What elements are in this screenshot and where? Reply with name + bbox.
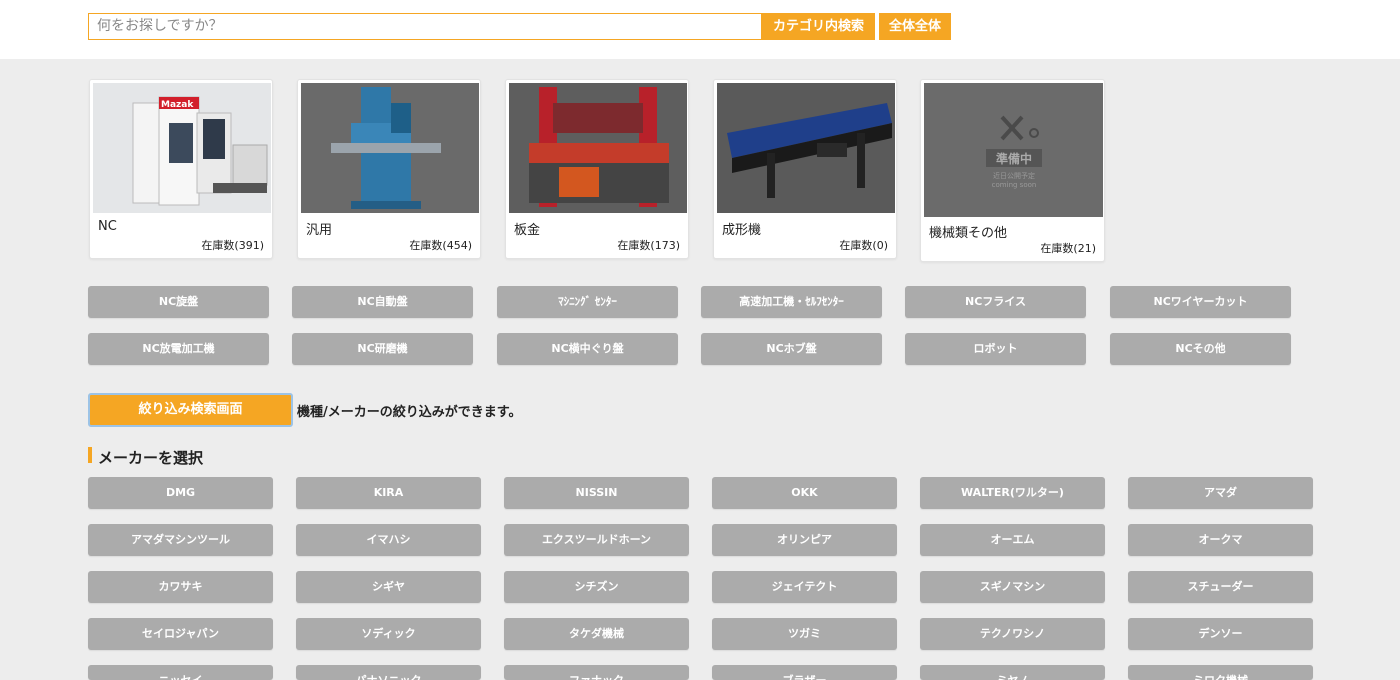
subcategory-button[interactable]: NCその他: [1110, 333, 1291, 365]
subcategory-button[interactable]: NC旋盤: [88, 286, 269, 318]
maker-button[interactable]: NISSIN: [504, 477, 689, 509]
maker-button[interactable]: スギノマシン: [920, 571, 1105, 603]
category-title: 成形機: [722, 223, 762, 238]
category-card-other[interactable]: 準備中 近日公開予定 coming soon 機械類その他 在庫数(21): [920, 79, 1105, 262]
section-accent-bar: [88, 447, 92, 463]
maker-section-title: メーカーを選択: [98, 449, 204, 467]
category-title: 板金: [514, 223, 541, 238]
category-title: 機械類その他: [929, 226, 1008, 241]
maker-button[interactable]: ニッセイ: [88, 665, 273, 680]
maker-button[interactable]: DMG: [88, 477, 273, 509]
category-card-general[interactable]: 汎用 在庫数(454): [297, 79, 481, 259]
maker-button[interactable]: エクスツールドホーン: [504, 524, 689, 556]
maker-button[interactable]: WALTER(ワルター): [920, 477, 1105, 509]
subcategory-button[interactable]: NC自動盤: [292, 286, 473, 318]
subcategory-button[interactable]: NC放電加工機: [88, 333, 269, 365]
coming-soon-subtitle: 近日公開予定: [993, 172, 1035, 180]
maker-button[interactable]: カワサキ: [88, 571, 273, 603]
filter-search-button[interactable]: 絞り込み検索画面: [88, 393, 293, 427]
maker-button[interactable]: パナソニック: [296, 665, 481, 680]
maker-button[interactable]: オークマ: [1128, 524, 1313, 556]
maker-button[interactable]: シギヤ: [296, 571, 481, 603]
subcategory-button[interactable]: 高速加工機・ｾﾙﾌｾﾝﾀｰ: [701, 286, 882, 318]
maker-button[interactable]: タケダ機械: [504, 618, 689, 650]
molding-machine-image: [717, 83, 895, 213]
category-stock: 在庫数(454): [409, 239, 472, 252]
maker-button[interactable]: ミロク機械: [1128, 665, 1313, 680]
maker-button[interactable]: シチズン: [504, 571, 689, 603]
maker-button[interactable]: デンソー: [1128, 618, 1313, 650]
maker-button[interactable]: オーエム: [920, 524, 1105, 556]
category-stock: 在庫数(173): [617, 239, 680, 252]
maker-button[interactable]: ミヤノ: [920, 665, 1105, 680]
press-brake-image: [509, 83, 687, 213]
search-input[interactable]: 何をお探しですか？: [88, 13, 762, 40]
maker-button[interactable]: オリンピア: [712, 524, 897, 556]
subcategory-button[interactable]: ロボット: [905, 333, 1086, 365]
filter-description: 機種/メーカーの絞り込みができます。: [297, 405, 522, 420]
milling-machine-image: [301, 83, 479, 213]
maker-button[interactable]: スチューダー: [1128, 571, 1313, 603]
all-search-button[interactable]: 全体全体: [879, 13, 951, 40]
category-search-button[interactable]: カテゴリ内検索: [762, 13, 875, 40]
category-card-sheet-metal[interactable]: 板金 在庫数(173): [505, 79, 689, 259]
coming-soon-subtitle-en: coming soon: [991, 181, 1037, 189]
coming-soon-image: 準備中 近日公開予定 coming soon: [924, 83, 1103, 217]
maker-button[interactable]: ジェイテクト: [712, 571, 897, 603]
subcategory-button[interactable]: NCフライス: [905, 286, 1086, 318]
maker-button[interactable]: ソディック: [296, 618, 481, 650]
category-stock: 在庫数(0): [839, 239, 888, 252]
maker-button[interactable]: ブラザー: [712, 665, 897, 680]
maker-button[interactable]: イマハシ: [296, 524, 481, 556]
subcategory-button[interactable]: NCホブ盤: [701, 333, 882, 365]
category-card-molding[interactable]: 成形機 在庫数(0): [713, 79, 897, 259]
coming-soon-title: 準備中: [995, 152, 1032, 166]
maker-button[interactable]: KIRA: [296, 477, 481, 509]
subcategory-button[interactable]: NCワイヤーカット: [1110, 286, 1291, 318]
maker-button[interactable]: アマダマシンツール: [88, 524, 273, 556]
maker-button[interactable]: ファナック: [504, 665, 689, 680]
subcategory-button[interactable]: ﾏｼﾆﾝｸﾞ ｾﾝﾀｰ: [497, 286, 678, 318]
category-title: 汎用: [306, 223, 333, 238]
maker-button[interactable]: ツガミ: [712, 618, 897, 650]
category-stock: 在庫数(21): [1040, 242, 1096, 255]
subcategory-button[interactable]: NC横中ぐり盤: [497, 333, 678, 365]
subcategory-button[interactable]: NC研磨機: [292, 333, 473, 365]
category-title: NC: [98, 219, 117, 234]
category-stock: 在庫数(391): [201, 239, 264, 252]
brand-logo-text: Mazak: [161, 100, 194, 110]
category-card-nc[interactable]: Mazak NC 在庫数(391): [89, 79, 273, 259]
nc-machine-image: Mazak: [93, 83, 271, 213]
maker-button[interactable]: セイロジャパン: [88, 618, 273, 650]
maker-button[interactable]: アマダ: [1128, 477, 1313, 509]
maker-button[interactable]: OKK: [712, 477, 897, 509]
maker-button[interactable]: テクノワシノ: [920, 618, 1105, 650]
